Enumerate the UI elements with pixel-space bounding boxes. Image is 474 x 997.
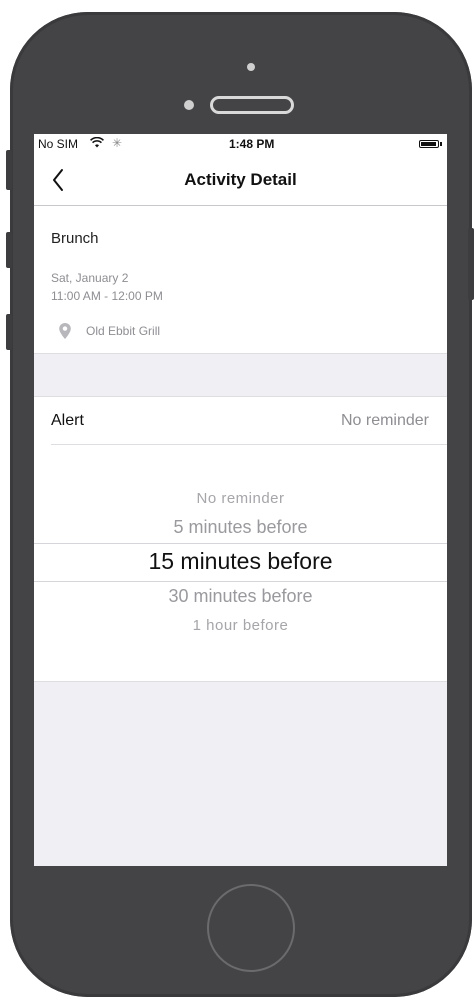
picker-option[interactable]: 5 minutes before <box>34 517 447 538</box>
map-pin-icon <box>59 323 71 339</box>
front-camera <box>184 100 194 110</box>
volume-down-button <box>6 314 12 350</box>
alert-label: Alert <box>51 412 84 429</box>
reminder-picker[interactable]: No reminder 5 minutes before 15 minutes … <box>34 445 447 683</box>
screen: No SIM ✳ 1:48 PM Activity Detail Brunch … <box>34 134 447 866</box>
alert-section: Alert No reminder No reminder 5 minutes … <box>34 396 447 682</box>
activity-location: Old Ebbit Grill <box>86 324 161 338</box>
carrier-label: No SIM <box>38 137 79 151</box>
status-time: 1:48 PM <box>229 137 275 151</box>
power-button <box>468 228 474 300</box>
picker-option[interactable]: No reminder <box>34 490 447 507</box>
activity-details: Brunch Sat, January 2 11:00 AM - 12:00 P… <box>34 206 447 354</box>
mute-switch <box>6 150 12 190</box>
battery-icon <box>419 140 439 148</box>
activity-name: Brunch <box>51 230 99 247</box>
front-sensor <box>247 63 255 71</box>
earpiece-speaker <box>210 96 294 114</box>
navigation-bar: Activity Detail <box>34 154 447 206</box>
activity-date: Sat, January 2 <box>51 271 129 285</box>
picker-option-selected[interactable]: 15 minutes before <box>34 548 447 575</box>
picker-option[interactable]: 30 minutes before <box>34 586 447 607</box>
home-button[interactable] <box>207 884 295 972</box>
status-bar: No SIM ✳ 1:48 PM <box>34 134 447 154</box>
wifi-icon <box>90 136 104 151</box>
picker-option[interactable]: 1 hour before <box>34 617 447 634</box>
picker-selection-top-line <box>34 543 447 544</box>
activity-spinner-icon: ✳ <box>112 136 123 150</box>
picker-selection-bottom-line <box>34 581 447 582</box>
battery-tip <box>440 142 442 146</box>
activity-time-range: 11:00 AM - 12:00 PM <box>51 289 163 303</box>
page-title: Activity Detail <box>184 170 297 189</box>
alert-row[interactable]: Alert No reminder <box>34 397 447 445</box>
volume-up-button <box>6 232 12 268</box>
alert-value: No reminder <box>340 412 429 429</box>
